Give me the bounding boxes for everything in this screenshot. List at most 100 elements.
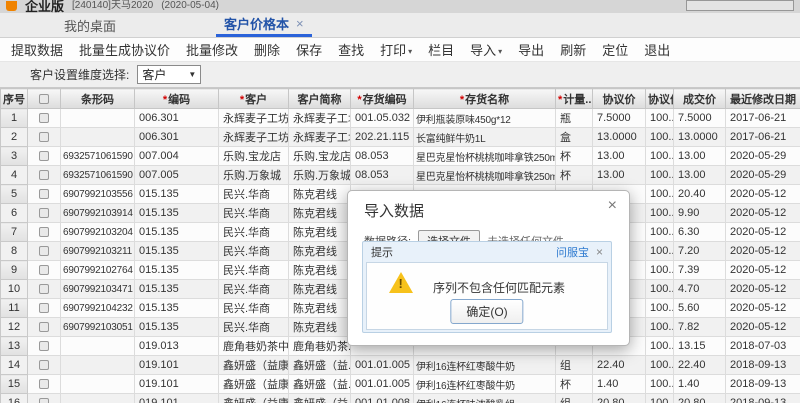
cell-unit[interactable]: 盒 [555, 127, 593, 147]
cell-modified_date[interactable]: 2018-09-13 [725, 393, 800, 403]
cell-customer_short[interactable]: 鑫妍盛（益... [288, 374, 351, 394]
toolbar-button[interactable]: 退出 [636, 40, 678, 59]
row-checkbox[interactable] [39, 284, 49, 295]
cell-barcode[interactable] [60, 374, 135, 394]
cell-item_code[interactable]: 202.21.115 [350, 127, 414, 147]
cell-agreement_price[interactable]: 13.0000 [592, 127, 646, 147]
cell-item_code[interactable]: 001.05.032 [350, 108, 414, 128]
cell-modified_date[interactable]: 2020-05-12 [725, 317, 800, 337]
cell-code[interactable]: 019.101 [134, 355, 219, 375]
toolbar-button[interactable]: 批量修改 [178, 40, 246, 59]
cell-modified_date[interactable]: 2020-05-29 [725, 165, 800, 185]
cell-modified_date[interactable]: 2018-09-13 [725, 374, 800, 394]
toolbar-button[interactable]: 保存 [288, 40, 330, 59]
cell-agreement_pct[interactable]: 100... [645, 184, 674, 204]
cell-check[interactable] [27, 184, 61, 204]
cell-check[interactable] [27, 241, 61, 261]
header-item_name[interactable]: *存货名称 [413, 88, 556, 109]
cell-unit[interactable]: 杯 [555, 165, 593, 185]
cell-customer_short[interactable]: 永辉麦子工坊 [288, 108, 351, 128]
cell-barcode[interactable] [60, 127, 135, 147]
cell-barcode[interactable]: 6907992103914 [60, 203, 135, 223]
cell-seq[interactable]: 9 [0, 260, 28, 280]
row-checkbox[interactable] [39, 398, 49, 403]
cell-deal_price[interactable]: 20.80 [673, 393, 726, 403]
cell-modified_date[interactable]: 2018-07-03 [725, 336, 800, 356]
cell-code[interactable]: 019.013 [134, 336, 219, 356]
cell-item_code[interactable]: 08.053 [350, 165, 414, 185]
cell-customer[interactable]: 永辉麦子工坊 [218, 127, 289, 147]
cell-customer_short[interactable]: 陈克君线 [288, 317, 351, 337]
alert-close-icon[interactable]: × [596, 245, 603, 259]
header-customer[interactable]: *客户 [218, 88, 289, 109]
cell-item_name[interactable]: 伊利16连杯味浓酸乳组 [413, 393, 556, 403]
row-checkbox[interactable] [39, 132, 49, 143]
cell-deal_price[interactable]: 7.20 [673, 241, 726, 261]
cell-customer_short[interactable]: 鹿角巷奶茶... [288, 336, 351, 356]
cell-barcode[interactable]: 6932571061590 [60, 146, 135, 166]
cell-barcode[interactable] [60, 355, 135, 375]
toolbar-button[interactable]: 定位 [594, 40, 636, 59]
cell-agreement_price[interactable]: 7.5000 [592, 108, 646, 128]
header-agreement_pct[interactable]: 协议价... [645, 88, 674, 109]
cell-customer_short[interactable]: 乐购.万象城 [288, 165, 351, 185]
cell-seq[interactable]: 1 [0, 108, 28, 128]
header-unit[interactable]: *计量... [555, 88, 593, 109]
cell-agreement_pct[interactable]: 100... [645, 165, 674, 185]
cell-modified_date[interactable]: 2020-05-12 [725, 298, 800, 318]
cell-agreement_pct[interactable]: 100... [645, 393, 674, 403]
cell-check[interactable] [27, 355, 61, 375]
cell-customer_short[interactable]: 陈克君线 [288, 279, 351, 299]
cell-customer_short[interactable]: 陈克君线 [288, 203, 351, 223]
cell-modified_date[interactable]: 2020-05-12 [725, 203, 800, 223]
header-modified_date[interactable]: 最近修改日期 [725, 88, 800, 109]
cell-item_name[interactable]: 伊利16连杯红枣酸牛奶 [413, 355, 556, 375]
row-checkbox[interactable] [39, 360, 49, 371]
cell-seq[interactable]: 13 [0, 336, 28, 356]
cell-agreement_pct[interactable]: 100... [645, 336, 674, 356]
cell-agreement_price[interactable]: 1.40 [592, 374, 646, 394]
helper-link[interactable]: 问服宝 [556, 244, 589, 260]
cell-agreement_pct[interactable]: 100... [645, 222, 674, 242]
cell-check[interactable] [27, 222, 61, 242]
cell-customer[interactable]: 民兴.华商 [218, 298, 289, 318]
cell-seq[interactable]: 8 [0, 241, 28, 261]
cell-deal_price[interactable]: 5.60 [673, 298, 726, 318]
cell-barcode[interactable]: 6907992104232 [60, 298, 135, 318]
cell-seq[interactable]: 15 [0, 374, 28, 394]
toolbar-button[interactable]: 提取数据 [3, 40, 71, 59]
cell-agreement_pct[interactable]: 100... [645, 260, 674, 280]
row-checkbox[interactable] [39, 322, 49, 333]
header-item_code[interactable]: *存货编码 [350, 88, 414, 109]
toolbar-button[interactable]: 导出 [510, 40, 552, 59]
header-seq[interactable]: 序号 [0, 88, 28, 109]
cell-customer[interactable]: 民兴.华商 [218, 260, 289, 280]
row-checkbox[interactable] [39, 170, 49, 181]
cell-customer[interactable]: 鑫妍盛（益康） [218, 393, 289, 403]
cell-deal_price[interactable]: 7.82 [673, 317, 726, 337]
cell-customer_short[interactable]: 鑫妍盛（益... [288, 355, 351, 375]
cell-barcode[interactable] [60, 393, 135, 403]
cell-code[interactable]: 015.135 [134, 260, 219, 280]
tab-customer-price-book[interactable]: 客户价格本 × [216, 13, 312, 37]
cell-agreement_pct[interactable]: 100... [645, 127, 674, 147]
cell-modified_date[interactable]: 2017-06-21 [725, 127, 800, 147]
cell-agreement_pct[interactable]: 100... [645, 146, 674, 166]
cell-code[interactable]: 007.004 [134, 146, 219, 166]
cell-modified_date[interactable]: 2020-05-12 [725, 260, 800, 280]
cell-deal_price[interactable]: 13.00 [673, 165, 726, 185]
cell-code[interactable]: 015.135 [134, 241, 219, 261]
cell-code[interactable]: 006.301 [134, 127, 219, 147]
cell-unit[interactable]: 杯 [555, 146, 593, 166]
cell-seq[interactable]: 10 [0, 279, 28, 299]
row-checkbox[interactable] [39, 341, 49, 352]
cell-item_name[interactable]: 伊利瓶装原味450g*12 [413, 108, 556, 128]
cell-code[interactable]: 019.101 [134, 393, 219, 403]
cell-seq[interactable]: 2 [0, 127, 28, 147]
cell-item_code[interactable]: 001.01.008 [350, 393, 414, 403]
cell-customer_short[interactable]: 陈克君线 [288, 184, 351, 204]
toolbar-button[interactable]: 刷新 [552, 40, 594, 59]
cell-agreement_pct[interactable]: 100... [645, 298, 674, 318]
cell-customer[interactable]: 民兴.华商 [218, 241, 289, 261]
cell-barcode[interactable]: 6907992102764 [60, 260, 135, 280]
